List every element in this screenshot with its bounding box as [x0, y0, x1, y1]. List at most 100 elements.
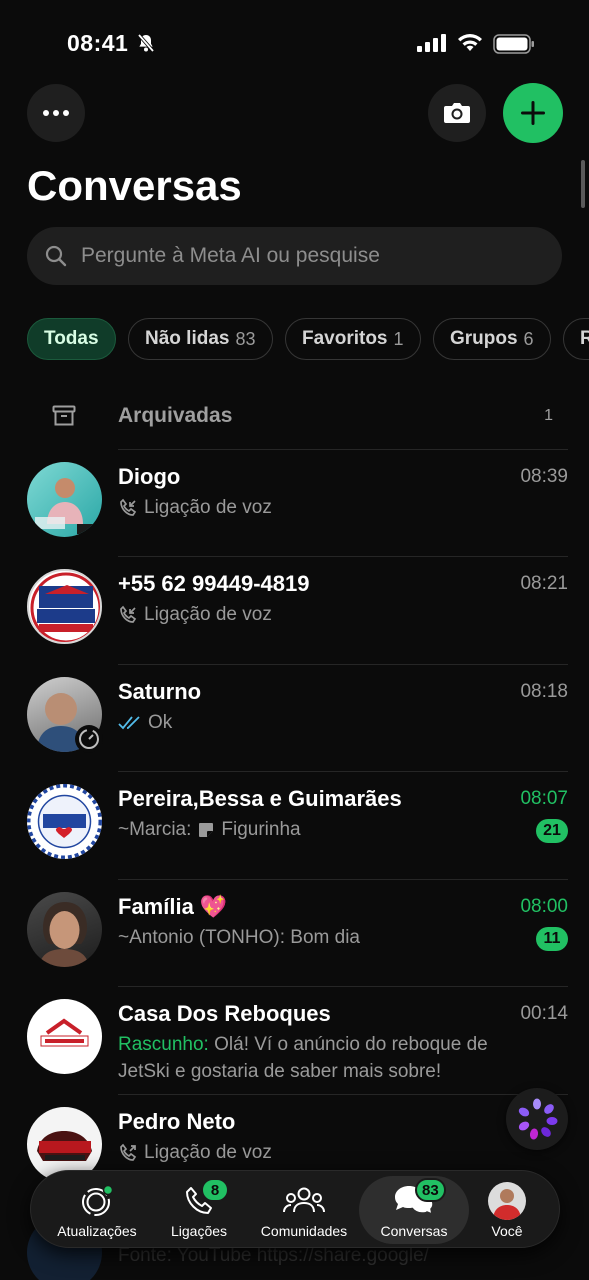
meta-ai-icon [518, 1098, 558, 1140]
silent-bell-icon [137, 33, 155, 53]
new-chat-button[interactable] [503, 83, 563, 143]
tab-badge: 83 [415, 1178, 446, 1202]
chat-name: +55 62 99449-4819 [118, 571, 310, 596]
chat-preview-text: ~Antonio (TONHO): Bom dia [118, 927, 360, 948]
meta-ai-button[interactable] [506, 1088, 568, 1150]
chat-row[interactable]: Pereira,Bessa e Guimarães 08:07 ~Marcia:… [0, 772, 589, 879]
call-outgoing-icon [118, 1143, 138, 1163]
communities-icon [283, 1187, 325, 1213]
status-bar: 08:41 [0, 0, 589, 80]
status-time: 08:41 [67, 30, 129, 56]
avatar [27, 892, 102, 967]
chat-name: Pereira,Bessa e Guimarães [118, 786, 402, 811]
avatar-logo-image [27, 784, 102, 859]
tab-label: Conversas [380, 1223, 448, 1239]
chat-row[interactable]: Diogo 08:39 Ligação de voz [0, 450, 589, 557]
status-icon [82, 1184, 114, 1216]
tab-conversas[interactable]: 83 Conversas [359, 1176, 469, 1244]
filter-chip-todas[interactable]: Todas [27, 318, 116, 360]
tab-label: Comunidades [260, 1223, 348, 1239]
filter-chip-label: R [580, 328, 589, 349]
filter-chip-count: 83 [235, 328, 256, 349]
tab-comunidades[interactable]: Comunidades [253, 1171, 355, 1249]
filter-chip-label: Todas [44, 328, 99, 349]
avatar-person-image [39, 902, 89, 967]
archive-icon [52, 405, 76, 426]
chat-preview: ~Marcia: Figurinha [118, 816, 528, 843]
chat-time: 08:21 [520, 573, 568, 594]
more-options-button[interactable] [27, 84, 85, 142]
more-dots-icon [43, 110, 69, 116]
avatar [27, 569, 102, 644]
archived-row[interactable]: Arquivadas 1 [0, 390, 589, 446]
filter-chip-grupos[interactable]: Grupos 6 [432, 318, 551, 360]
chat-row[interactable]: +55 62 99449-4819 08:21 Ligação de voz [0, 557, 589, 664]
avatar [27, 462, 102, 537]
tab-label: Atualizações [57, 1223, 137, 1239]
sticker-icon [197, 821, 215, 839]
tab-atualizacoes[interactable]: Atualizações [45, 1171, 149, 1249]
archived-label: Arquivadas [118, 404, 233, 427]
filter-chip-label: Não lidas [145, 328, 230, 349]
tab-label: Você [491, 1223, 523, 1239]
chat-row[interactable]: Família 💖 08:00 ~Antonio (TONHO): Bom di… [0, 880, 589, 987]
chat-time: 00:14 [520, 1003, 568, 1024]
filter-chip-label: Grupos [449, 328, 518, 349]
call-incoming-icon [118, 605, 138, 625]
avatar [27, 784, 102, 859]
chat-preview: Rascunho: Olá! Ví o anúncio do reboque d… [118, 1031, 538, 1085]
filter-chip-more[interactable]: R [563, 318, 589, 360]
avatar-logo-image [27, 999, 102, 1074]
chat-preview-text: Figurinha [221, 819, 301, 840]
chat-preview: Ligação de voz [118, 601, 528, 628]
chat-row[interactable]: Casa Dos Reboques 00:14 Rascunho: Olá! V… [0, 987, 589, 1094]
unread-badge: 21 [536, 819, 568, 843]
chat-preview: ~Antonio (TONHO): Bom dia [118, 924, 528, 951]
chat-preview-text: Ok [148, 712, 173, 733]
status-ring-icon [75, 725, 103, 753]
chat-preview: Ligação de voz [118, 1139, 528, 1166]
profile-avatar [488, 1182, 526, 1220]
filter-chip-count: 1 [393, 328, 404, 349]
chat-name: Diogo [118, 464, 181, 489]
search-placeholder: Pergunte à Meta AI ou pesquise [81, 244, 380, 267]
filter-chips: Todas Não lidas 83 Favoritos 1 Grupos 6 … [27, 318, 589, 360]
signal-icon [417, 34, 446, 52]
avatar-logo-image [30, 572, 100, 642]
camera-button[interactable] [428, 84, 486, 142]
chat-preview-text: Ligação de voz [144, 1142, 272, 1163]
unread-badge: 11 [536, 927, 568, 951]
chat-preview-text: Ligação de voz [144, 497, 272, 518]
chat-time: 08:00 [520, 896, 568, 917]
camera-icon [444, 103, 470, 123]
wifi-icon [458, 34, 482, 51]
chat-sender: ~Marcia: [118, 819, 192, 840]
double-check-icon [118, 715, 142, 731]
filter-chip-nao-lidas[interactable]: Não lidas 83 [128, 318, 273, 360]
chat-row[interactable]: Saturno 08:18 Ok [0, 665, 589, 772]
plus-icon [521, 101, 545, 125]
chat-preview: Ok [118, 709, 528, 736]
chat-name: Família 💖 [118, 894, 228, 919]
tab-ligacoes[interactable]: 8 Ligações [155, 1171, 243, 1249]
battery-icon [493, 34, 534, 54]
chat-preview-text: Ligação de voz [144, 604, 272, 625]
filter-chip-count: 6 [523, 328, 534, 349]
filter-chip-label: Favoritos [301, 328, 388, 349]
archived-count: 1 [544, 407, 553, 424]
chat-time: 08:18 [520, 681, 568, 702]
filter-chip-favoritos[interactable]: Favoritos 1 [284, 318, 421, 360]
avatar [27, 999, 102, 1074]
chat-time: 08:39 [520, 466, 568, 487]
bottom-tab-bar: Atualizações 8 Ligações Comunidades 83 C… [30, 1170, 560, 1248]
chat-name: Saturno [118, 679, 202, 704]
search-input[interactable]: Pergunte à Meta AI ou pesquise [27, 227, 562, 285]
chat-name: Pedro Neto [118, 1109, 236, 1134]
chat-preview: Ligação de voz [118, 494, 528, 521]
tab-voce[interactable]: Você [477, 1171, 537, 1249]
chat-time: 08:07 [520, 788, 568, 809]
tab-badge: 8 [201, 1178, 229, 1202]
scroll-indicator[interactable] [581, 160, 585, 208]
search-icon [45, 245, 67, 267]
draft-label: Rascunho: [118, 1034, 209, 1055]
